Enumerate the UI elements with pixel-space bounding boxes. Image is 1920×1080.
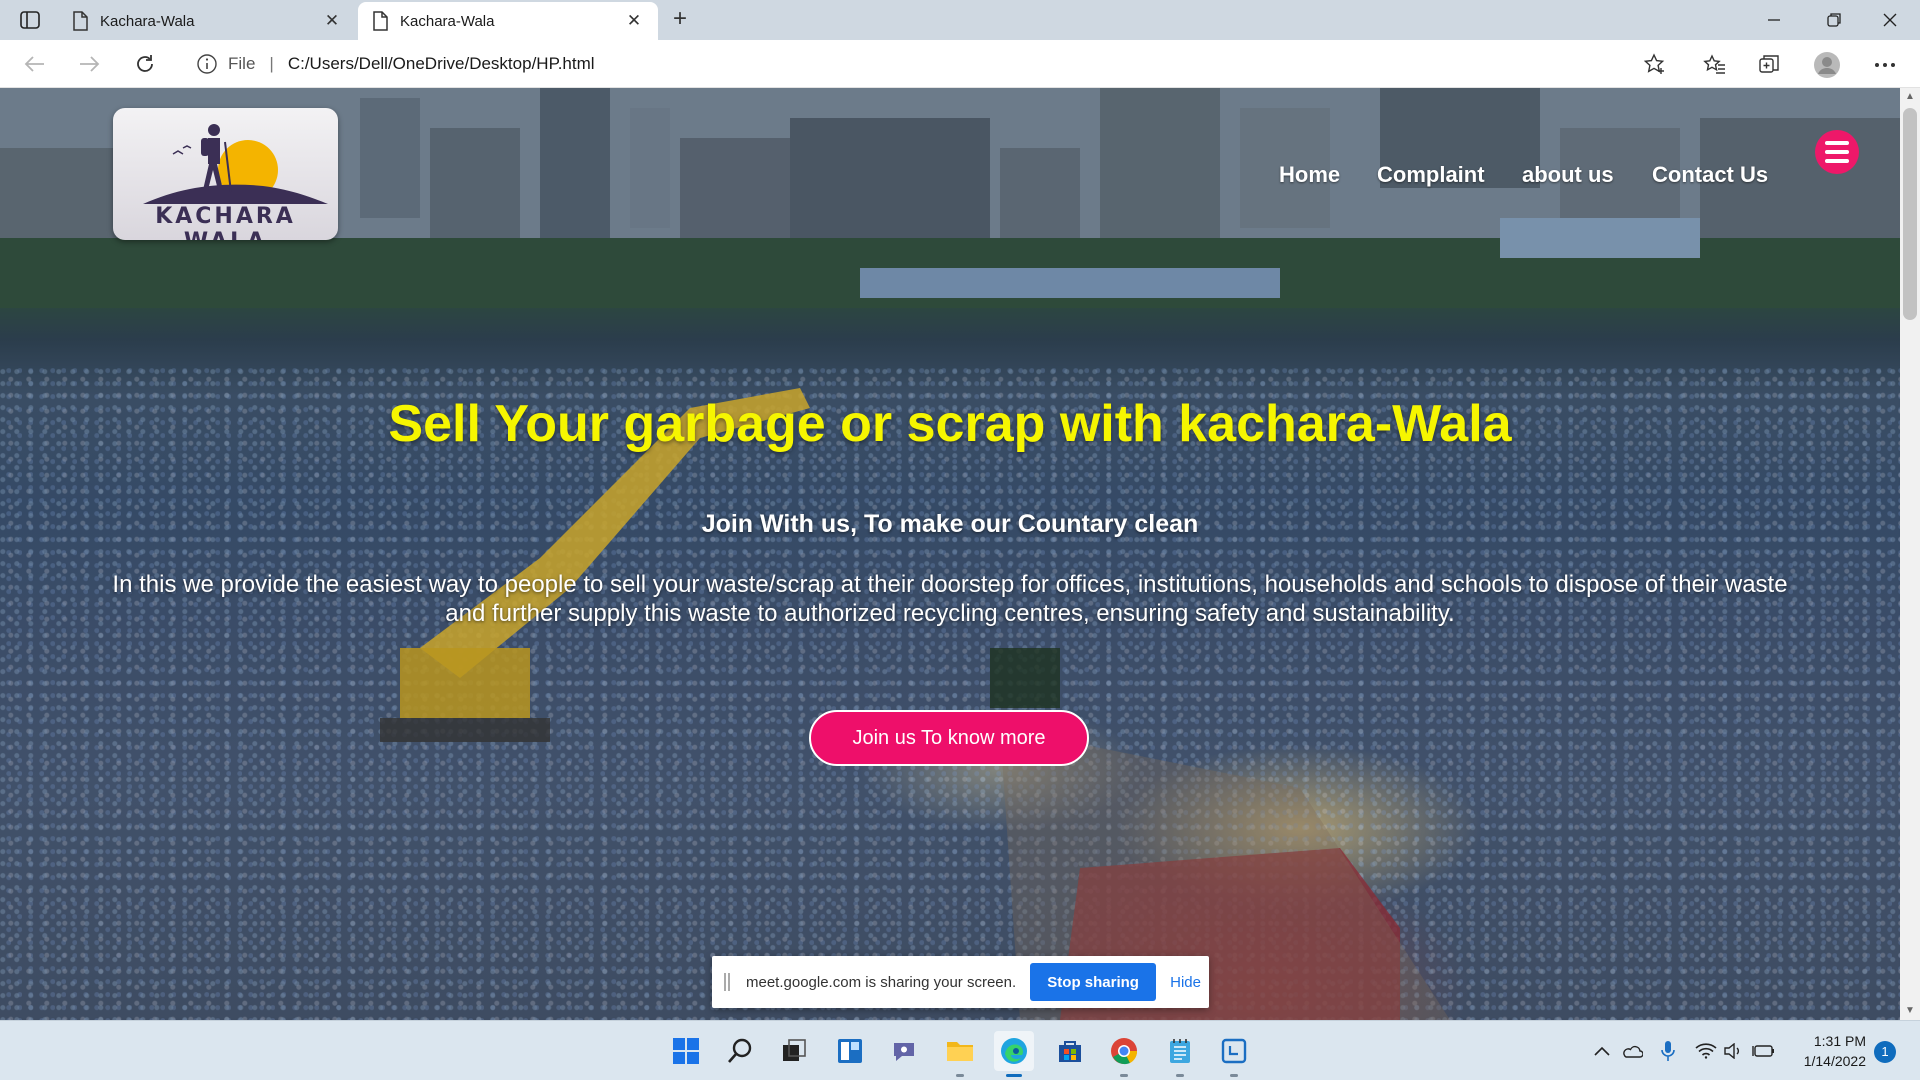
running-indicator bbox=[1176, 1074, 1184, 1077]
page-icon bbox=[373, 11, 388, 31]
clock-date: 1/14/2022 bbox=[1803, 1053, 1866, 1069]
scroll-down-icon[interactable]: ▼ bbox=[1900, 1002, 1920, 1020]
running-indicator bbox=[1120, 1074, 1128, 1077]
site-logo[interactable]: KACHARA WALA bbox=[113, 108, 338, 240]
hide-button[interactable]: Hide bbox=[1170, 974, 1201, 991]
refresh-icon[interactable] bbox=[128, 48, 162, 80]
onedrive-icon[interactable] bbox=[1620, 1039, 1644, 1063]
tab-title: Kachara-Wala bbox=[400, 12, 495, 30]
browser-tab-2[interactable]: Kachara-Wala ✕ bbox=[358, 2, 658, 40]
active-indicator bbox=[1006, 1074, 1022, 1077]
favorites-icon[interactable] bbox=[1700, 50, 1730, 80]
close-window-icon[interactable] bbox=[1862, 0, 1918, 40]
running-indicator bbox=[1230, 1074, 1238, 1077]
hero-subtitle: Join With us, To make our Countary clean bbox=[701, 510, 1199, 538]
teams-chat-icon[interactable] bbox=[884, 1031, 924, 1071]
join-us-button[interactable]: Join us To know more bbox=[809, 710, 1089, 766]
scroll-up-icon[interactable]: ▲ bbox=[1900, 88, 1920, 106]
volume-icon[interactable] bbox=[1722, 1039, 1746, 1063]
snipping-tool-icon[interactable] bbox=[1214, 1031, 1254, 1077]
share-message: meet.google.com is sharing your screen. bbox=[746, 973, 1017, 991]
more-options-icon[interactable] bbox=[1870, 50, 1900, 80]
hiker-logo-icon bbox=[143, 124, 328, 204]
system-clock[interactable]: 1:31 PM 1/14/2022 bbox=[1786, 1031, 1866, 1071]
drag-handle-icon[interactable] bbox=[724, 973, 730, 991]
nav-about-us[interactable]: about us bbox=[1522, 162, 1614, 192]
minimize-icon[interactable] bbox=[1746, 0, 1802, 40]
close-tab-icon[interactable]: ✕ bbox=[322, 11, 342, 31]
new-tab-button[interactable]: + bbox=[664, 6, 696, 34]
add-favorite-icon[interactable] bbox=[1640, 50, 1670, 80]
wifi-icon[interactable] bbox=[1694, 1039, 1718, 1063]
scrollbar-thumb[interactable] bbox=[1903, 108, 1917, 320]
restore-icon[interactable] bbox=[1806, 0, 1862, 40]
nav-complaint[interactable]: Complaint bbox=[1377, 162, 1485, 192]
url-text[interactable]: C:/Users/Dell/OneDrive/Desktop/HP.html bbox=[288, 54, 595, 74]
address-toolbar: File | C:/Users/Dell/OneDrive/Desktop/HP… bbox=[0, 40, 1920, 88]
info-icon[interactable] bbox=[196, 53, 218, 75]
hero-description: In this we provide the easiest way to pe… bbox=[112, 571, 1788, 627]
clock-time: 1:31 PM bbox=[1813, 1033, 1866, 1049]
microphone-icon[interactable] bbox=[1656, 1039, 1680, 1063]
logo-text: KACHARA WALA bbox=[155, 204, 296, 240]
browser-tab-bar: Kachara-Wala ✕ Kachara-Wala ✕ + bbox=[0, 0, 1920, 40]
tab-title: Kachara-Wala bbox=[100, 12, 195, 30]
running-indicator bbox=[956, 1074, 964, 1077]
close-tab-icon[interactable]: ✕ bbox=[624, 11, 644, 31]
url-separator: | bbox=[269, 54, 274, 73]
search-icon[interactable] bbox=[720, 1031, 760, 1071]
page-viewport: KACHARA WALA Home Complaint about us Con… bbox=[0, 88, 1900, 1020]
url-scheme-label: File bbox=[228, 54, 256, 73]
hamburger-menu-icon[interactable] bbox=[1815, 130, 1859, 174]
store-icon[interactable] bbox=[1050, 1031, 1090, 1071]
page-icon bbox=[73, 11, 88, 31]
browser-tab-1[interactable]: Kachara-Wala ✕ bbox=[58, 2, 356, 40]
chrome-icon[interactable] bbox=[1104, 1031, 1144, 1077]
collections-icon[interactable] bbox=[1754, 50, 1784, 80]
nav-contact-us[interactable]: Contact Us bbox=[1652, 162, 1768, 192]
screen-share-notice: meet.google.com is sharing your screen. … bbox=[712, 956, 1209, 1008]
notification-badge[interactable]: 1 bbox=[1874, 1041, 1896, 1063]
battery-icon[interactable] bbox=[1752, 1039, 1776, 1063]
task-view-icon[interactable] bbox=[774, 1031, 814, 1071]
show-hidden-icons-icon[interactable] bbox=[1590, 1039, 1614, 1063]
forward-icon[interactable] bbox=[72, 48, 106, 80]
hero-title: Sell Your garbage or scrap with kachara-… bbox=[388, 395, 1512, 453]
stop-sharing-button[interactable]: Stop sharing bbox=[1030, 963, 1157, 1001]
profile-avatar-icon[interactable] bbox=[1812, 50, 1842, 80]
edge-icon[interactable] bbox=[994, 1031, 1034, 1077]
widgets-icon[interactable] bbox=[830, 1031, 870, 1071]
windows-taskbar: 1:31 PM 1/14/2022 1 bbox=[0, 1020, 1920, 1080]
file-explorer-icon[interactable] bbox=[940, 1031, 980, 1077]
back-icon[interactable] bbox=[18, 48, 52, 80]
notepad-icon[interactable] bbox=[1160, 1031, 1200, 1077]
nav-home[interactable]: Home bbox=[1279, 162, 1340, 192]
address-bar[interactable]: File | C:/Users/Dell/OneDrive/Desktop/HP… bbox=[180, 46, 1680, 82]
tab-actions-icon[interactable] bbox=[12, 8, 48, 32]
windows-start-icon[interactable] bbox=[666, 1031, 706, 1071]
